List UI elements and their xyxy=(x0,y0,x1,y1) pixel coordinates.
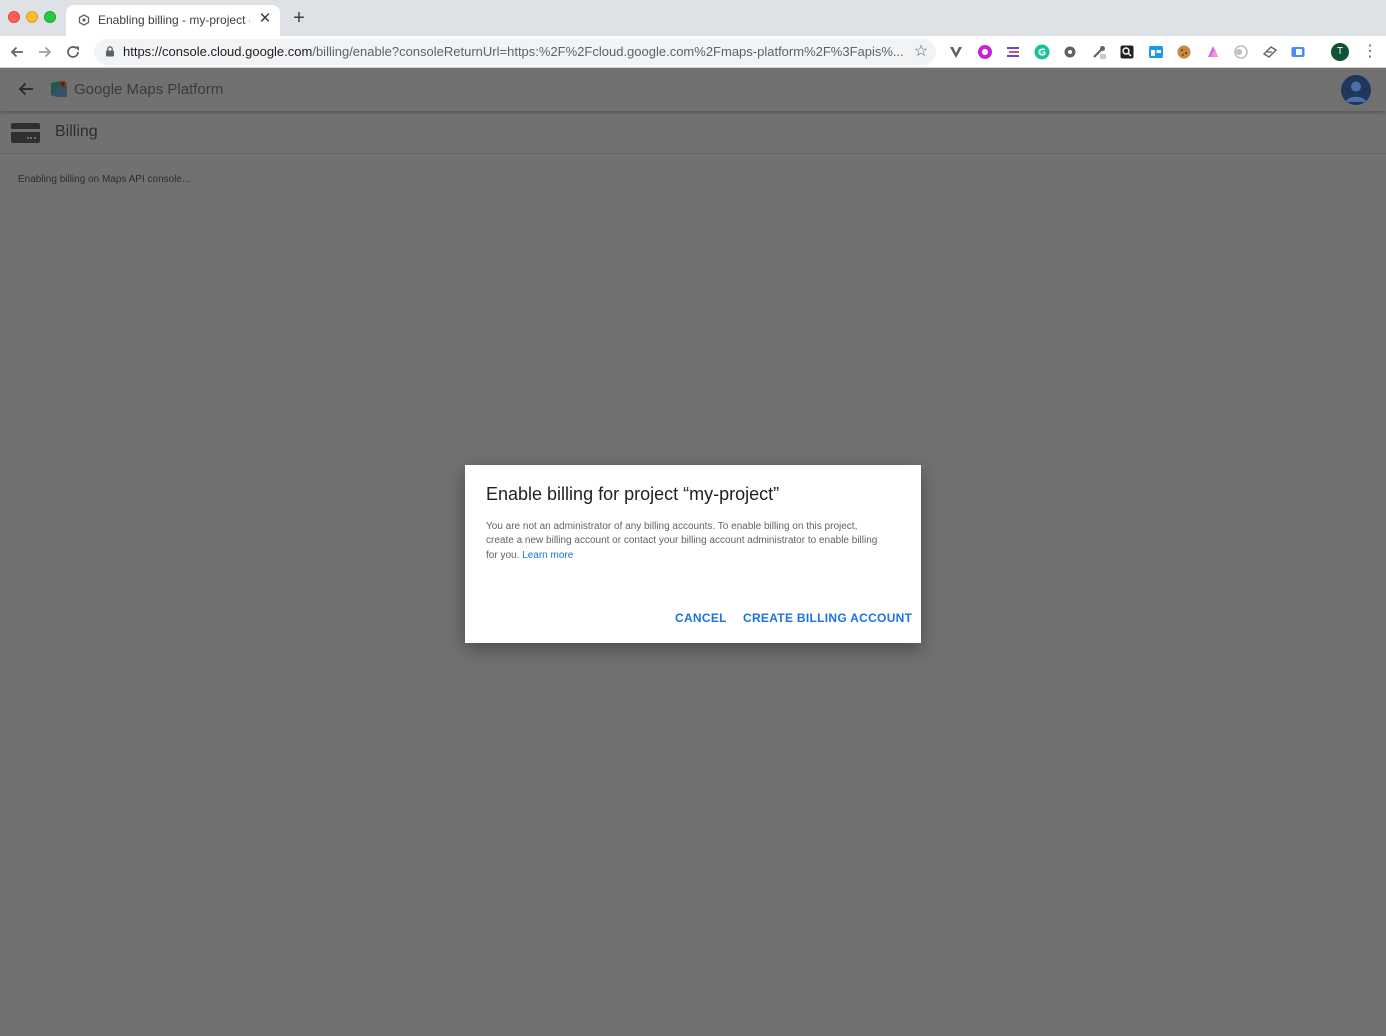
cancel-button[interactable]: CANCEL xyxy=(675,611,727,625)
browser-tab-strip: Enabling billing - my-project - Google C… xyxy=(0,0,1386,36)
stack-extension-icon[interactable] xyxy=(1005,44,1021,60)
cookie-extension-icon[interactable] xyxy=(1176,44,1192,60)
maximize-window-button[interactable] xyxy=(44,11,56,23)
back-arrow-icon[interactable] xyxy=(16,79,36,99)
app-header: Google Maps Platform xyxy=(0,69,1386,111)
browser-toolbar: https://console.cloud.google.com/billing… xyxy=(0,36,1386,68)
forward-button[interactable] xyxy=(34,41,56,63)
gradient-extension-icon[interactable] xyxy=(1205,44,1221,60)
google-maps-logo-icon xyxy=(51,81,67,97)
account-avatar[interactable] xyxy=(1341,75,1371,105)
cloud-platform-icon xyxy=(78,14,90,26)
reload-icon xyxy=(67,46,79,58)
status-message: Enabling billing on Maps API console... xyxy=(18,174,191,185)
window-extension-icon[interactable] xyxy=(1148,44,1164,60)
minimize-window-button[interactable] xyxy=(26,11,38,23)
vimeo-extension-icon[interactable] xyxy=(948,44,964,60)
pink-extension-icon[interactable] xyxy=(977,44,993,60)
browser-menu-icon[interactable]: ⋮ xyxy=(1362,42,1378,62)
url-domain: https://console.cloud.google.com xyxy=(123,44,313,59)
tab-title: Enabling billing - my-project - Google C… xyxy=(98,13,250,27)
credit-card-icon xyxy=(11,123,40,143)
gear-extension-icon[interactable] xyxy=(1062,44,1078,60)
grammarly-extension-icon[interactable]: G xyxy=(1034,44,1050,60)
profile-avatar[interactable]: T xyxy=(1331,43,1349,61)
shield-extension-icon[interactable] xyxy=(1262,44,1278,60)
close-window-button[interactable] xyxy=(8,11,20,23)
url-path: /billing/enable?consoleReturnUrl=https:%… xyxy=(312,44,903,59)
page-title: Billing xyxy=(55,123,98,140)
circle-extension-icon[interactable] xyxy=(1233,44,1249,60)
address-bar[interactable]: https://console.cloud.google.com/billing… xyxy=(94,39,936,65)
svg-text:G: G xyxy=(1038,48,1046,59)
dialog-title: Enable billing for project “my-project” xyxy=(486,484,780,504)
dialog-body: You are not an administrator of any bill… xyxy=(486,520,886,563)
url-text: https://console.cloud.google.com/billing… xyxy=(123,44,903,59)
reload-button[interactable] xyxy=(62,41,84,63)
tab-close-icon[interactable]: ✕ xyxy=(258,11,272,27)
enable-billing-dialog: Enable billing for project “my-project” … xyxy=(465,465,921,643)
user-icon xyxy=(1346,81,1366,102)
create-billing-account-button[interactable]: CREATE BILLING ACCOUNT xyxy=(743,611,912,625)
page-header: Billing xyxy=(0,112,1386,154)
forward-arrow-icon xyxy=(39,46,52,58)
lock-icon xyxy=(106,46,114,57)
eyedropper-extension-icon[interactable] xyxy=(1091,44,1107,60)
blue-extension-icon[interactable] xyxy=(1290,44,1306,60)
active-tab[interactable]: Enabling billing - my-project - Google C… xyxy=(66,5,280,36)
back-button[interactable] xyxy=(6,41,28,63)
app-title: Google Maps Platform xyxy=(74,81,224,98)
bookmark-star-icon[interactable]: ☆ xyxy=(912,43,930,61)
search-extension-icon[interactable] xyxy=(1119,44,1135,60)
learn-more-link[interactable]: Learn more xyxy=(522,550,573,561)
back-arrow-icon xyxy=(10,46,23,58)
new-tab-button[interactable]: + xyxy=(290,8,308,28)
